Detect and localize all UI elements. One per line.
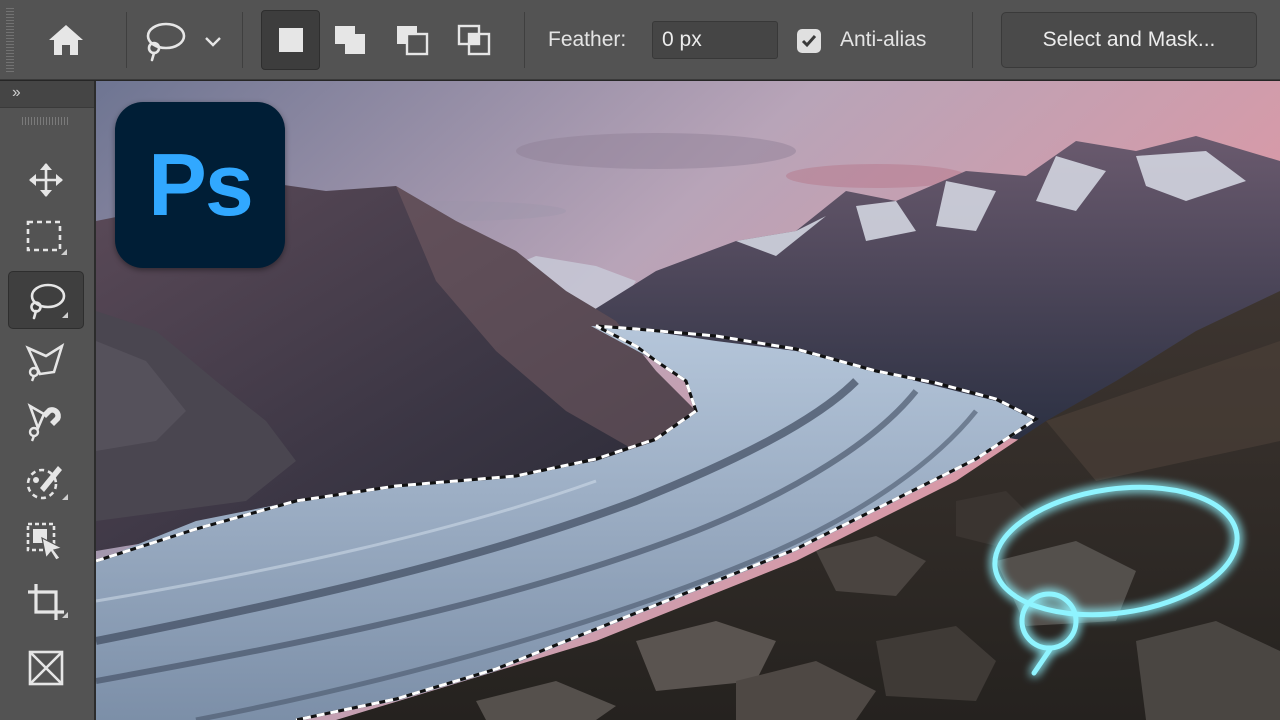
separator: [524, 12, 525, 68]
feather-input[interactable]: [652, 21, 778, 59]
anti-alias-label: Anti-alias: [840, 28, 927, 51]
tool-preset-picker[interactable]: [140, 16, 230, 64]
photoshop-logo: Ps: [115, 102, 285, 268]
frame-icon: [28, 650, 64, 686]
separator: [242, 12, 243, 68]
polygonal-lasso-icon: [25, 343, 65, 382]
tools-panel: ››: [0, 81, 96, 720]
intersect-with-selection-button[interactable]: [446, 10, 504, 70]
intersect-with-selection-icon: [457, 24, 491, 56]
chevron-down-icon: [205, 37, 221, 47]
lasso-icon: [30, 283, 68, 320]
lasso-icon: [146, 22, 221, 62]
new-selection-icon: [278, 28, 303, 52]
checkmark-icon: [801, 35, 817, 48]
magnetic-lasso-tool[interactable]: [8, 393, 84, 451]
options-bar: Feather: Anti-alias Select and Mask...: [0, 0, 1280, 80]
feather-label: Feather:: [548, 28, 627, 51]
quick-selection-tool[interactable]: [8, 453, 84, 511]
lasso-tool[interactable]: [8, 271, 84, 329]
separator: [126, 12, 127, 68]
move-icon: [29, 163, 63, 197]
subtract-from-selection-button[interactable]: [384, 10, 442, 70]
subtract-from-selection-icon: [397, 26, 429, 56]
home-icon[interactable]: [44, 18, 88, 62]
add-to-selection-button[interactable]: [322, 10, 380, 70]
object-selection-tool[interactable]: [8, 513, 84, 571]
tools-panel-header: ››: [0, 81, 94, 108]
magnetic-lasso-icon: [27, 403, 61, 442]
rectangular-marquee-icon: [26, 220, 67, 255]
rectangular-marquee-tool[interactable]: [8, 209, 84, 267]
select-and-mask-button[interactable]: Select and Mask...: [1001, 12, 1257, 68]
crop-tool[interactable]: [8, 573, 84, 631]
quick-selection-icon: [26, 466, 68, 500]
tools-panel-grip[interactable]: [22, 117, 68, 125]
move-tool[interactable]: [8, 151, 84, 209]
collapse-panel-button[interactable]: ››: [12, 84, 21, 102]
new-selection-button[interactable]: [261, 10, 320, 70]
polygonal-lasso-tool[interactable]: [8, 333, 84, 391]
frame-tool[interactable]: [8, 639, 84, 697]
anti-alias-checkbox[interactable]: [797, 29, 821, 53]
separator: [972, 12, 973, 68]
options-bar-grip[interactable]: [6, 8, 14, 72]
object-selection-icon: [26, 522, 64, 561]
crop-icon: [28, 584, 68, 620]
add-to-selection-icon: [335, 26, 365, 54]
photoshop-logo-text: Ps: [148, 135, 254, 234]
